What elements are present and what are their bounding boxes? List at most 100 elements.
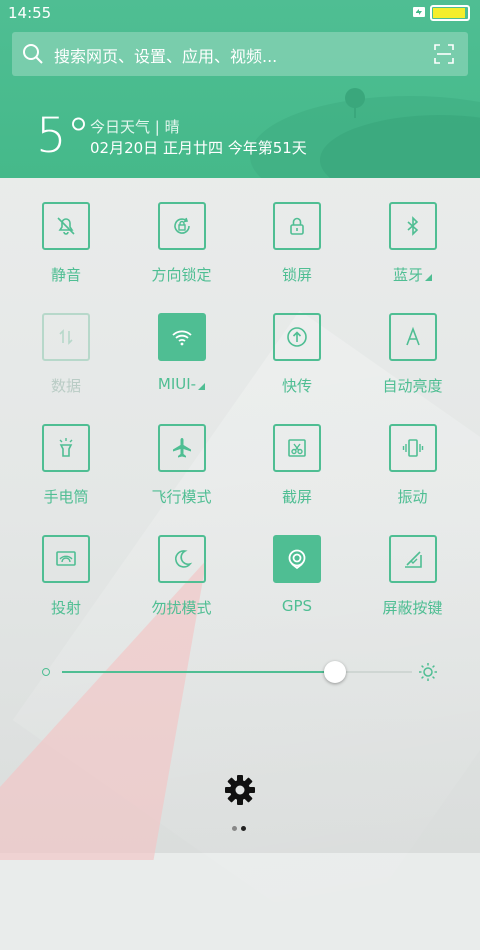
tile-label: 静音 xyxy=(8,264,124,285)
status-time: 14:55 xyxy=(8,4,52,22)
tile-bluetooth[interactable]: 蓝牙 xyxy=(355,202,471,302)
tile-button[interactable] xyxy=(388,313,437,361)
weather-summary: 今日天气 | 晴 xyxy=(90,118,180,136)
moon-icon xyxy=(174,550,192,568)
tile-label: 方向锁定 xyxy=(124,264,240,285)
tile-label-text: 快传 xyxy=(281,377,312,395)
tile-label-text: 蓝牙 xyxy=(392,266,423,284)
flashlight-icon xyxy=(59,438,73,457)
scan-icon[interactable] xyxy=(434,44,454,64)
tile-label-text: 自动亮度 xyxy=(382,377,443,395)
search-icon xyxy=(23,44,43,64)
cast-icon xyxy=(56,551,76,566)
tile-label: 锁屏 xyxy=(239,264,355,285)
tile-label-text: 手电筒 xyxy=(43,488,89,506)
tile-screenshot[interactable]: 截屏 xyxy=(239,424,355,524)
tile-flashlight[interactable]: 手电筒 xyxy=(8,424,124,524)
tile-button[interactable] xyxy=(42,424,90,472)
tile-label: 手电筒 xyxy=(8,486,124,507)
tile-button[interactable] xyxy=(157,202,206,250)
weather-date: 02月20日 正月廿四 今年第51天 xyxy=(90,139,307,157)
tile-label: 自动亮度 xyxy=(355,375,471,396)
rotation-lock-icon xyxy=(173,217,190,234)
tile-label: 屏蔽按键 xyxy=(355,597,471,618)
tile-button[interactable] xyxy=(388,535,437,583)
brightness-slider[interactable] xyxy=(42,661,442,683)
tile-label-text: 方向锁定 xyxy=(151,266,212,284)
tile-label-text: 勿扰模式 xyxy=(151,599,212,617)
tile-label-text: 数据 xyxy=(50,377,81,395)
tile-gps[interactable]: GPS xyxy=(239,535,355,635)
tile-button[interactable] xyxy=(273,424,321,472)
weather-temperature: 5° xyxy=(36,108,91,164)
brightness-thumb[interactable] xyxy=(324,661,346,683)
tile-moon[interactable]: 勿扰模式 xyxy=(124,535,240,635)
quick-share-icon xyxy=(287,327,307,347)
tile-label: 数据 xyxy=(8,375,124,396)
tile-label-text: 锁屏 xyxy=(281,266,312,284)
tile-rotation-lock[interactable]: 方向锁定 xyxy=(124,202,240,302)
tile-button[interactable] xyxy=(157,535,206,583)
data-arrows-icon xyxy=(59,329,73,345)
tile-airplane[interactable]: 飞行模式 xyxy=(124,424,240,524)
search-bar[interactable]: 搜索网页、设置、应用、视频... xyxy=(12,32,468,76)
vibrate-icon xyxy=(402,439,423,457)
bluetooth-icon xyxy=(406,216,418,236)
tile-button[interactable] xyxy=(273,202,321,250)
tile-label: 投射 xyxy=(8,597,124,618)
tile-label: 截屏 xyxy=(239,486,355,507)
tile-label: MIUI- xyxy=(124,375,240,393)
tile-block-keys[interactable]: 屏蔽按键 xyxy=(355,535,471,635)
tile-label-text: 投射 xyxy=(50,599,81,617)
tile-label: 振动 xyxy=(355,486,471,507)
tile-quick-share[interactable]: 快传 xyxy=(239,313,355,413)
header: 14:55 搜索网页、设置、应用、视频... 5° 今日天气 | 晴 02月20… xyxy=(0,0,480,178)
wifi-icon xyxy=(171,330,192,346)
tile-vibrate[interactable]: 振动 xyxy=(355,424,471,524)
tile-bell-off[interactable]: 静音 xyxy=(8,202,124,302)
tile-label-text: MIUI- xyxy=(157,375,197,393)
expand-caret-icon xyxy=(198,383,206,390)
sun-icon xyxy=(419,663,437,681)
tile-button[interactable] xyxy=(273,535,321,583)
tile-label-text: 振动 xyxy=(397,488,428,506)
expand-caret-icon xyxy=(425,274,432,281)
tile-lock[interactable]: 锁屏 xyxy=(239,202,355,302)
tile-label-text: 静音 xyxy=(50,266,81,284)
tile-button[interactable] xyxy=(42,313,90,361)
tile-label: 飞行模式 xyxy=(124,486,240,507)
block-keys-icon xyxy=(404,551,422,568)
tree-decoration xyxy=(354,104,356,118)
settings-gear-icon[interactable] xyxy=(222,772,258,808)
tile-button[interactable] xyxy=(388,424,437,472)
page-dot xyxy=(241,826,246,831)
tile-button[interactable] xyxy=(388,202,437,250)
tile-wifi[interactable]: MIUI- xyxy=(124,313,240,413)
bell-off-icon xyxy=(57,217,75,235)
tile-cast[interactable]: 投射 xyxy=(8,535,124,635)
tile-button[interactable] xyxy=(42,535,90,583)
auto-brightness-icon xyxy=(405,326,420,346)
battery-icon xyxy=(430,5,470,21)
tile-data-arrows[interactable]: 数据 xyxy=(8,313,124,413)
gps-icon xyxy=(288,549,306,570)
charging-icon xyxy=(413,7,425,17)
page-indicator xyxy=(232,826,248,832)
tile-label-text: 截屏 xyxy=(281,488,312,506)
tile-button[interactable] xyxy=(42,202,90,250)
tile-auto-brightness[interactable]: 自动亮度 xyxy=(355,313,471,413)
tile-label: 快传 xyxy=(239,375,355,396)
airplane-icon xyxy=(172,438,191,458)
tile-label: 勿扰模式 xyxy=(124,597,240,618)
tile-button[interactable] xyxy=(157,424,206,472)
tile-label-text: 屏蔽按键 xyxy=(382,599,443,617)
tile-button[interactable] xyxy=(273,313,321,361)
brightness-low-icon xyxy=(42,668,50,676)
tile-label-text: 飞行模式 xyxy=(151,488,212,506)
screenshot-icon xyxy=(288,439,306,457)
lock-icon xyxy=(290,217,304,235)
tile-button[interactable] xyxy=(157,313,206,361)
search-placeholder: 搜索网页、设置、应用、视频... xyxy=(54,47,278,66)
tile-label: GPS xyxy=(239,597,355,615)
tile-label: 蓝牙 xyxy=(355,264,471,285)
